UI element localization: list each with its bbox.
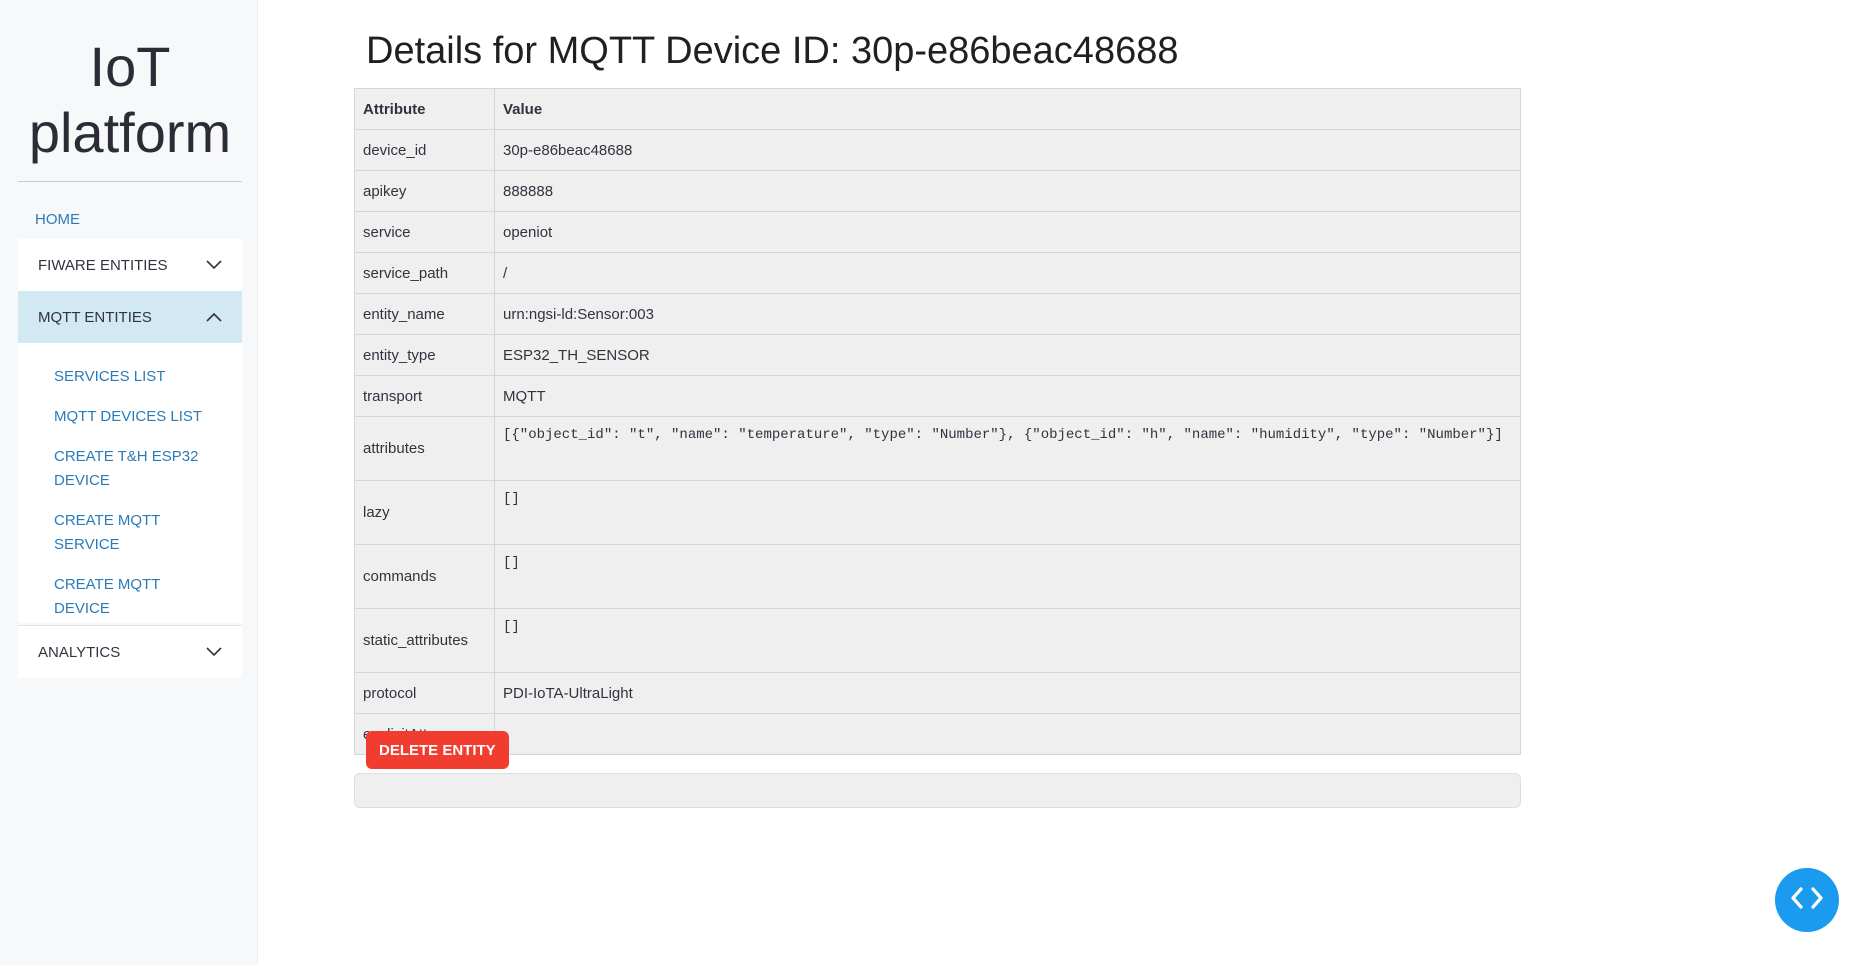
attribute-cell: device_id <box>354 129 495 171</box>
menu-item-create-mqtt-service[interactable]: CREATE MQTT SERVICE <box>54 509 204 557</box>
value-cell: [] <box>494 544 1521 609</box>
section-label: FIWARE ENTITIES <box>38 256 168 274</box>
attribute-cell: apikey <box>354 170 495 212</box>
brand-logo: IoT platform <box>18 34 242 166</box>
value-cell: [] <box>494 608 1521 673</box>
table-row: static_attributes [] <box>354 608 1521 673</box>
attribute-cell: entity_type <box>354 334 495 376</box>
table-row: service_path / <box>354 252 1521 294</box>
table-row: apikey 888888 <box>354 170 1521 212</box>
chevron-up-icon <box>206 309 222 325</box>
table-row: service openiot <box>354 211 1521 253</box>
value-cell: MQTT <box>494 375 1521 417</box>
value-cell: PDI-IoTA-UltraLight <box>494 672 1521 714</box>
attribute-cell: service <box>354 211 495 253</box>
section-header-mqtt-entities[interactable]: MQTT ENTITIES <box>18 291 242 343</box>
value-cell: [] <box>494 480 1521 545</box>
brand-line1: IoT <box>89 35 171 98</box>
sidebar-section-analytics: ANALYTICS <box>18 625 242 678</box>
attribute-cell: attributes <box>354 416 495 481</box>
section-header-fiware-entities[interactable]: FIWARE ENTITIES <box>18 239 242 291</box>
main-content: Details for MQTT Device ID: 30p-e86beac4… <box>258 0 1875 965</box>
section-header-analytics[interactable]: ANALYTICS <box>18 626 242 678</box>
table-row: explicitAttrs <box>354 713 1521 755</box>
header-value: Value <box>494 88 1521 130</box>
sidebar: IoT platform HOME FIWARE ENTITIES MQTT E… <box>0 0 258 965</box>
menu-item-services-list[interactable]: SERVICES LIST <box>54 365 204 389</box>
brand-divider <box>18 181 242 182</box>
mqtt-entities-menu: SERVICES LIST MQTT DEVICES LIST CREATE T… <box>18 343 242 633</box>
menu-item-create-th-esp32-device[interactable]: CREATE T&H ESP32 DEVICE <box>54 445 204 493</box>
section-label: MQTT ENTITIES <box>38 308 152 326</box>
table-row: entity_name urn:ngsi-ld:Sensor:003 <box>354 293 1521 335</box>
value-cell: 888888 <box>494 170 1521 212</box>
value-cell: openiot <box>494 211 1521 253</box>
page-title: Details for MQTT Device ID: 30p-e86beac4… <box>366 30 1179 72</box>
menu-item-create-mqtt-device[interactable]: CREATE MQTT DEVICE <box>54 573 204 621</box>
sidebar-section-mqtt-entities: MQTT ENTITIES SERVICES LIST MQTT DEVICES… <box>18 291 242 623</box>
value-cell: ESP32_TH_SENSOR <box>494 334 1521 376</box>
delete-entity-button[interactable]: DELETE ENTITY <box>366 731 509 769</box>
menu-item-mqtt-devices-list[interactable]: MQTT DEVICES LIST <box>54 405 204 429</box>
table-header-row: Attribute Value <box>354 88 1521 130</box>
code-toggle-button[interactable] <box>1775 868 1839 932</box>
attribute-cell: entity_name <box>354 293 495 335</box>
table-row: attributes [{"object_id": "t", "name": "… <box>354 416 1521 481</box>
code-icon <box>1789 886 1825 915</box>
attribute-cell: transport <box>354 375 495 417</box>
sidebar-section-fiware-entities: FIWARE ENTITIES <box>18 239 242 291</box>
table-row: transport MQTT <box>354 375 1521 417</box>
chevron-down-icon <box>206 257 222 273</box>
table-row: entity_type ESP32_TH_SENSOR <box>354 334 1521 376</box>
table-row: device_id 30p-e86beac48688 <box>354 129 1521 171</box>
value-cell: [{"object_id": "t", "name": "temperature… <box>494 416 1521 481</box>
value-cell: / <box>494 252 1521 294</box>
device-details-table: Attribute Value device_id 30p-e86beac486… <box>354 88 1521 755</box>
header-attribute: Attribute <box>354 88 495 130</box>
table-row: protocol PDI-IoTA-UltraLight <box>354 672 1521 714</box>
status-message-box <box>354 773 1521 808</box>
section-label: ANALYTICS <box>38 643 121 661</box>
attribute-cell: protocol <box>354 672 495 714</box>
attribute-cell: lazy <box>354 480 495 545</box>
value-cell: urn:ngsi-ld:Sensor:003 <box>494 293 1521 335</box>
chevron-down-icon <box>206 644 222 660</box>
attribute-cell: commands <box>354 544 495 609</box>
value-cell: 30p-e86beac48688 <box>494 129 1521 171</box>
table-row: commands [] <box>354 544 1521 609</box>
table-row: lazy [] <box>354 480 1521 545</box>
home-link[interactable]: HOME <box>35 211 80 228</box>
attribute-cell: service_path <box>354 252 495 294</box>
attribute-cell: static_attributes <box>354 608 495 673</box>
value-cell <box>494 713 1521 755</box>
brand-line2: platform <box>28 101 232 164</box>
